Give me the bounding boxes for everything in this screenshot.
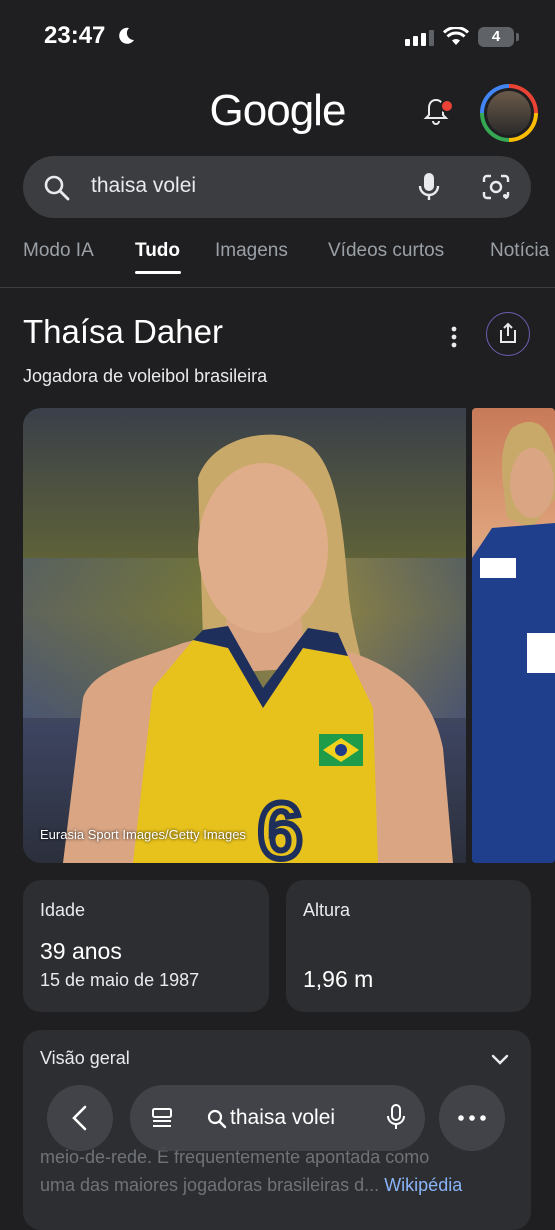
bottom-search-query[interactable]: thaisa volei: [230, 1106, 335, 1130]
image-credit: Eurasia Sport Images/Getty Images: [40, 827, 246, 842]
height-value: 1,96 m: [303, 966, 374, 992]
age-card[interactable]: Idade 39 anos 15 de maio de 1987: [23, 880, 269, 1012]
wikipedia-link[interactable]: Wikipédia: [384, 1175, 462, 1195]
tab-imagens[interactable]: Imagens: [215, 240, 288, 262]
birth-date: 15 de maio de 1987: [40, 970, 200, 990]
share-icon: [499, 322, 516, 343]
tab-noticias[interactable]: Notícia: [490, 240, 549, 262]
avatar-photo: [487, 91, 531, 135]
height-card[interactable]: Altura 1,96 m: [286, 880, 531, 1012]
svg-text:6: 6: [258, 786, 303, 863]
status-bar: 23:47 4: [0, 0, 555, 72]
battery-indicator: 4: [478, 27, 514, 47]
tabs-divider: [0, 287, 555, 288]
mic-icon[interactable]: [385, 1103, 407, 1133]
age-value: 39 anos: [40, 938, 122, 964]
chevron-down-icon[interactable]: [489, 1048, 511, 1070]
search-bar[interactable]: thaisa volei: [23, 156, 531, 218]
google-lens-icon[interactable]: [481, 173, 511, 201]
entity-secondary-photo[interactable]: [472, 408, 555, 863]
age-label: Idade: [40, 900, 86, 920]
entity-subtitle: Jogadora de voleibol brasileira: [23, 366, 268, 386]
tab-modo-ia[interactable]: Modo IA: [23, 240, 94, 262]
chevron-left-icon: [72, 1105, 87, 1131]
google-logo[interactable]: Google: [0, 86, 555, 136]
search-icon: [44, 175, 70, 201]
overview-line-4: uma das maiores jogadoras brasileiras d.…: [40, 1175, 380, 1195]
tab-videos-curtos[interactable]: Vídeos curtos: [328, 240, 444, 262]
tabs-list-icon[interactable]: [150, 1106, 174, 1130]
more-horizontal-icon: [458, 1115, 486, 1121]
moon-icon: [119, 27, 134, 44]
status-time: 23:47: [44, 22, 106, 49]
more-menu-button[interactable]: [439, 1085, 505, 1151]
more-options-icon[interactable]: [444, 322, 464, 352]
mic-icon[interactable]: [418, 172, 440, 202]
height-label: Altura: [303, 900, 351, 920]
active-tab-indicator: [135, 271, 181, 274]
share-button[interactable]: [486, 312, 530, 356]
back-button[interactable]: [47, 1085, 113, 1151]
wifi-icon: [443, 27, 469, 45]
entity-main-photo[interactable]: 6: [23, 408, 466, 863]
entity-title: Thaísa Daher: [23, 313, 223, 350]
search-input[interactable]: thaisa volei: [91, 174, 196, 198]
overview-title: Visão geral: [40, 1048, 130, 1068]
bottom-search-pill[interactable]: thaisa volei: [130, 1085, 425, 1151]
bottom-toolbar: thaisa volei: [0, 1080, 555, 1160]
battery-cap: [516, 33, 519, 41]
signal-icon: [405, 30, 434, 46]
search-icon: [207, 1109, 227, 1129]
account-avatar[interactable]: [480, 84, 538, 142]
notification-badge: [440, 99, 454, 113]
tab-tudo[interactable]: Tudo: [135, 240, 180, 262]
